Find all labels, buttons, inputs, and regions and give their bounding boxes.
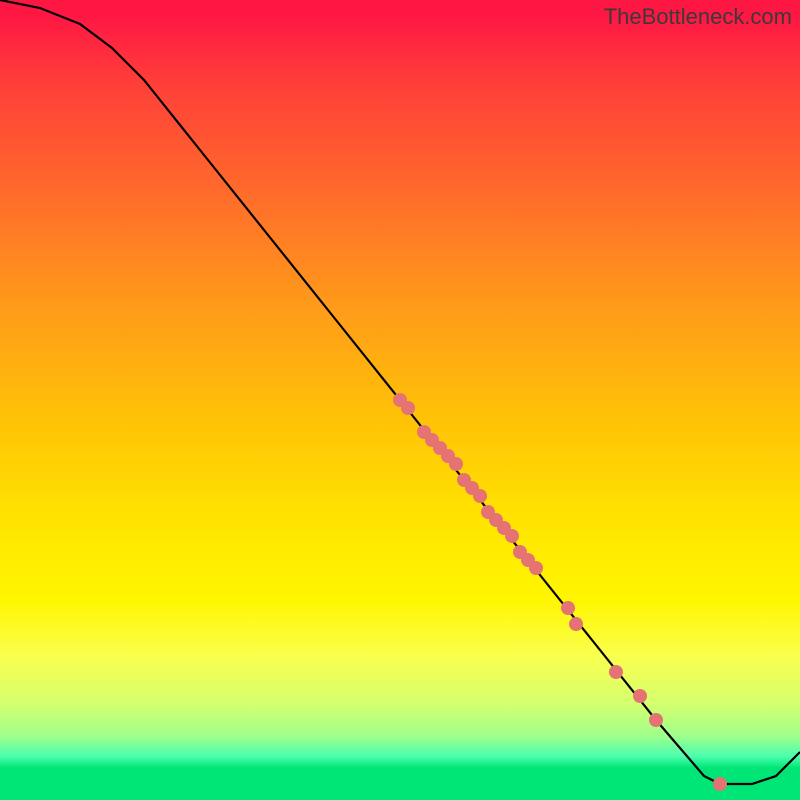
data-point [401,401,415,415]
watermark-text: TheBottleneck.com [604,4,792,30]
data-point [561,601,575,615]
data-point [609,665,623,679]
data-point [649,713,663,727]
chart-container: TheBottleneck.com [0,0,800,800]
data-point [569,617,583,631]
data-point [633,689,647,703]
chart-svg [0,0,800,800]
data-points-group [393,393,727,791]
data-point [449,457,463,471]
data-point [529,561,543,575]
bottleneck-curve [0,0,800,784]
data-point [505,529,519,543]
data-point [713,777,727,791]
data-point [473,489,487,503]
